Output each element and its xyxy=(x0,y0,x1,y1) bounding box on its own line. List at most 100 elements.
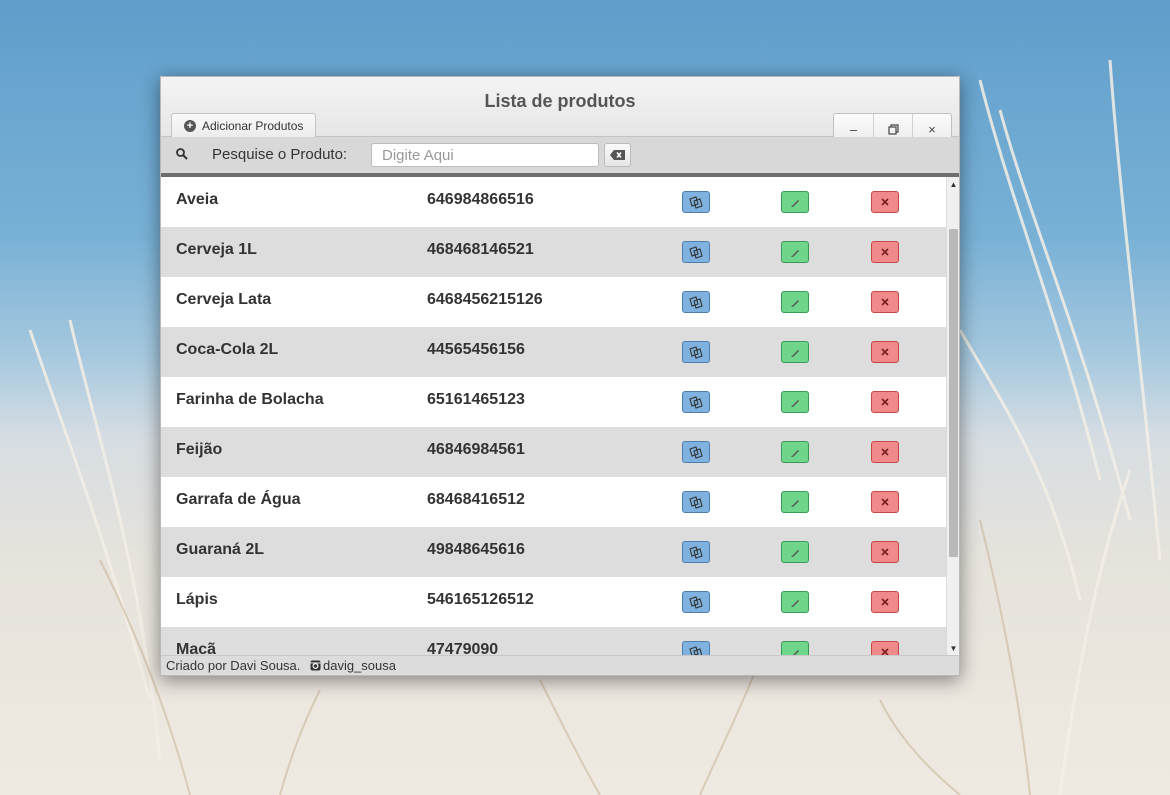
view-product-button[interactable] xyxy=(682,391,710,413)
clear-search-button[interactable] xyxy=(604,143,631,167)
delete-product-button[interactable] xyxy=(871,391,899,413)
product-name: Garrafa de Água xyxy=(176,491,301,508)
delete-product-button[interactable] xyxy=(871,591,899,613)
edit-product-button[interactable] xyxy=(781,541,809,563)
edit-product-button[interactable] xyxy=(781,191,809,213)
delete-product-button[interactable] xyxy=(871,641,899,655)
scroll-down-arrow-icon[interactable]: ▼ xyxy=(947,641,959,655)
search-bar: Pesquise o Produto: xyxy=(161,137,959,177)
edit-product-button[interactable] xyxy=(781,641,809,655)
instagram-icon xyxy=(310,660,321,671)
product-code: 68468416512 xyxy=(427,491,525,508)
copy-icon xyxy=(689,445,703,459)
copy-icon xyxy=(689,545,703,559)
pencil-icon xyxy=(790,249,799,257)
pencil-icon xyxy=(790,599,799,607)
delete-product-button[interactable] xyxy=(871,191,899,213)
table-row: Garrafa de Água 68468416512 xyxy=(161,477,946,527)
table-row: Lápis 546165126512 xyxy=(161,577,946,627)
table-row: Guaraná 2L 49848645616 xyxy=(161,527,946,577)
product-name: Feijão xyxy=(176,441,223,458)
product-code: 646984866516 xyxy=(427,191,534,208)
pencil-icon xyxy=(790,349,799,357)
pencil-icon xyxy=(790,399,799,407)
window-title: Lista de produtos xyxy=(484,91,636,111)
edit-product-button[interactable] xyxy=(781,241,809,263)
vertical-scrollbar[interactable]: ▲ ▼ xyxy=(946,177,959,655)
view-product-button[interactable] xyxy=(682,491,710,513)
product-code: 6468456215126 xyxy=(427,291,543,308)
view-product-button[interactable] xyxy=(682,441,710,463)
close-icon xyxy=(881,398,889,406)
search-input[interactable] xyxy=(371,143,599,167)
edit-product-button[interactable] xyxy=(781,291,809,313)
pencil-icon xyxy=(790,299,799,307)
product-name: Guaraná 2L xyxy=(176,541,265,558)
copy-icon xyxy=(689,245,703,259)
search-label: Pesquise o Produto: xyxy=(212,146,348,163)
instagram-link[interactable]: davig_sousa xyxy=(310,658,396,673)
close-icon xyxy=(881,598,889,606)
view-product-button[interactable] xyxy=(682,341,710,363)
titlebar: Lista de produtos + Adicionar Produtos –… xyxy=(161,77,959,145)
product-code: 468468146521 xyxy=(427,241,534,258)
product-code: 47479090 xyxy=(427,641,499,655)
copy-icon xyxy=(689,195,703,209)
scroll-thumb[interactable] xyxy=(949,229,958,557)
pencil-icon xyxy=(790,549,799,557)
close-icon xyxy=(881,648,889,655)
delete-product-button[interactable] xyxy=(871,341,899,363)
product-name: Aveia xyxy=(176,191,219,208)
copy-icon xyxy=(689,495,703,509)
copy-icon xyxy=(689,645,703,655)
scroll-up-arrow-icon[interactable]: ▲ xyxy=(947,177,959,191)
product-name: Cerveja Lata xyxy=(176,291,272,308)
edit-product-button[interactable] xyxy=(781,341,809,363)
edit-product-button[interactable] xyxy=(781,591,809,613)
pencil-icon xyxy=(792,649,799,655)
copy-icon xyxy=(689,595,703,609)
edit-product-button[interactable] xyxy=(781,491,809,513)
view-product-button[interactable] xyxy=(682,541,710,563)
product-name: Cerveja 1L xyxy=(176,241,257,258)
plus-circle-icon: + xyxy=(184,119,196,132)
table-row: Aveia 646984866516 xyxy=(161,177,946,227)
edit-product-button[interactable] xyxy=(781,441,809,463)
close-icon xyxy=(881,198,889,206)
product-code: 65161465123 xyxy=(427,391,525,408)
close-icon xyxy=(881,248,889,256)
table-row: Feijão 46846984561 xyxy=(161,427,946,477)
view-product-button[interactable] xyxy=(682,591,710,613)
delete-product-button[interactable] xyxy=(871,291,899,313)
close-icon xyxy=(881,348,889,356)
table-row: Cerveja Lata 6468456215126 xyxy=(161,277,946,327)
delete-product-button[interactable] xyxy=(871,441,899,463)
copy-icon xyxy=(689,345,703,359)
delete-product-button[interactable] xyxy=(871,241,899,263)
view-product-button[interactable] xyxy=(682,241,710,263)
delete-product-button[interactable] xyxy=(871,541,899,563)
add-products-button[interactable]: + Adicionar Produtos xyxy=(171,113,317,137)
table-row: Macã 47479090 xyxy=(161,627,946,655)
product-list: Aveia 646984866516 Cerveja 1L 468468146521 C… xyxy=(161,177,946,655)
instagram-handle: davig_sousa xyxy=(323,658,396,673)
view-product-button[interactable] xyxy=(682,641,710,655)
pencil-icon xyxy=(790,449,799,457)
view-product-button[interactable] xyxy=(682,191,710,213)
view-product-button[interactable] xyxy=(682,291,710,313)
copy-icon xyxy=(689,295,703,309)
delete-product-button[interactable] xyxy=(871,491,899,513)
edit-product-button[interactable] xyxy=(781,391,809,413)
search-icon[interactable] xyxy=(175,147,189,161)
product-list-window: Lista de produtos + Adicionar Produtos –… xyxy=(160,76,960,676)
product-code: 46846984561 xyxy=(427,441,525,458)
restore-icon xyxy=(887,123,899,135)
copy-icon xyxy=(689,395,703,409)
close-icon xyxy=(881,498,889,506)
product-name: Farinha de Bolacha xyxy=(176,391,324,408)
backspace-icon xyxy=(610,150,625,160)
add-products-label: Adicionar Produtos xyxy=(202,118,304,133)
table-row: Farinha de Bolacha 65161465123 xyxy=(161,377,946,427)
table-row: Cerveja 1L 468468146521 xyxy=(161,227,946,277)
product-name: Macã xyxy=(176,641,217,655)
